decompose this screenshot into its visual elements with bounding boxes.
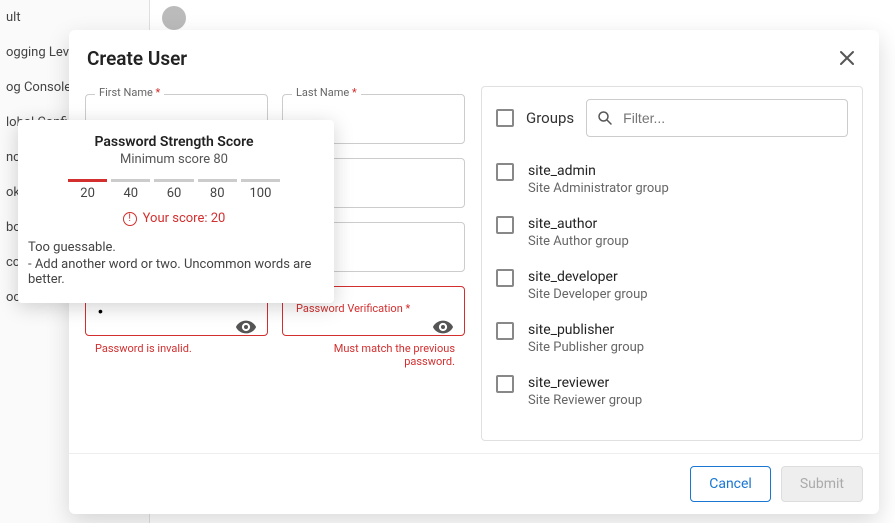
strength-segment — [241, 179, 280, 182]
strength-segment — [68, 179, 107, 182]
group-checkbox[interactable] — [496, 163, 514, 181]
group-text: site_publisher Site Publisher group — [528, 322, 644, 355]
password-helper: Password is invalid. — [85, 342, 268, 355]
group-name: site_admin — [528, 163, 669, 179]
strength-bar — [68, 179, 280, 182]
group-desc: Site Reviewer group — [528, 393, 642, 408]
search-icon — [596, 109, 614, 127]
group-text: site_developer Site Developer group — [528, 269, 648, 302]
popover-subtitle: Minimum score 80 — [28, 152, 320, 167]
cancel-button[interactable]: Cancel — [690, 466, 771, 502]
strength-segment-label: 60 — [154, 186, 193, 201]
group-desc: Site Publisher group — [528, 340, 644, 355]
group-text: site_reviewer Site Reviewer group — [528, 375, 642, 408]
modal-title: Create User — [87, 47, 187, 70]
group-row[interactable]: site_reviewer Site Reviewer group — [482, 365, 862, 418]
filter-wrap — [586, 99, 848, 137]
strength-segment-label: 40 — [111, 186, 150, 201]
groups-header: Groups — [482, 87, 862, 149]
first-name-label: First Name * — [95, 86, 164, 99]
group-text: site_admin Site Administrator group — [528, 163, 669, 196]
strength-segment-label: 20 — [68, 186, 107, 201]
group-text: site_author Site Author group — [528, 216, 629, 249]
groups-label: Groups — [526, 109, 574, 127]
password-verify-helper: Must match the previous password. — [282, 342, 465, 368]
group-row[interactable]: site_author Site Author group — [482, 206, 862, 259]
password-verify-label: Password Verification * — [292, 302, 414, 315]
submit-button: Submit — [781, 466, 863, 502]
popover-title: Password Strength Score — [28, 134, 320, 150]
warning-icon: ! — [123, 212, 137, 226]
close-button[interactable] — [833, 44, 861, 72]
group-checkbox[interactable] — [496, 269, 514, 287]
group-name: site_reviewer — [528, 375, 642, 391]
group-desc: Site Developer group — [528, 287, 648, 302]
strength-segment — [198, 179, 237, 182]
group-row[interactable]: site_developer Site Developer group — [482, 259, 862, 312]
strength-segment — [111, 179, 150, 182]
password-strength-popover: Password Strength Score Minimum score 80… — [18, 120, 334, 303]
toggle-password-visibility-button[interactable] — [232, 313, 260, 341]
strength-labels: 20 40 60 80 100 — [68, 186, 280, 201]
groups-panel: Groups site_admin Site Administrator grou… — [481, 86, 863, 441]
group-desc: Site Author group — [528, 234, 629, 249]
group-name: site_author — [528, 216, 629, 232]
popover-hint: - Add another word or two. Uncommon word… — [28, 257, 320, 287]
groups-filter-input[interactable] — [586, 99, 848, 137]
group-desc: Site Administrator group — [528, 181, 669, 196]
group-name: site_developer — [528, 269, 648, 285]
strength-segment — [154, 179, 193, 182]
group-checkbox[interactable] — [496, 216, 514, 234]
group-row[interactable]: site_publisher Site Publisher group — [482, 312, 862, 365]
group-row[interactable]: site_admin Site Administrator group — [482, 153, 862, 206]
popover-message: Too guessable. — [28, 240, 320, 255]
select-all-groups-checkbox[interactable] — [496, 109, 514, 127]
eye-icon — [432, 316, 454, 338]
close-icon — [838, 49, 856, 67]
modal-header: Create User — [69, 30, 879, 86]
eye-icon — [235, 316, 257, 338]
score-text: Your score: 20 — [143, 211, 226, 226]
score-line: ! Your score: 20 — [28, 211, 320, 226]
modal-footer: Cancel Submit — [69, 453, 879, 514]
group-checkbox[interactable] — [496, 375, 514, 393]
groups-list[interactable]: site_adminSite Administrator groupsite_a… — [482, 149, 862, 440]
strength-segment-label: 100 — [241, 186, 280, 201]
group-checkbox[interactable] — [496, 322, 514, 340]
strength-segment-label: 80 — [198, 186, 237, 201]
group-name: site_publisher — [528, 322, 644, 338]
last-name-label: Last Name * — [292, 86, 361, 99]
toggle-password-verify-visibility-button[interactable] — [429, 313, 457, 341]
